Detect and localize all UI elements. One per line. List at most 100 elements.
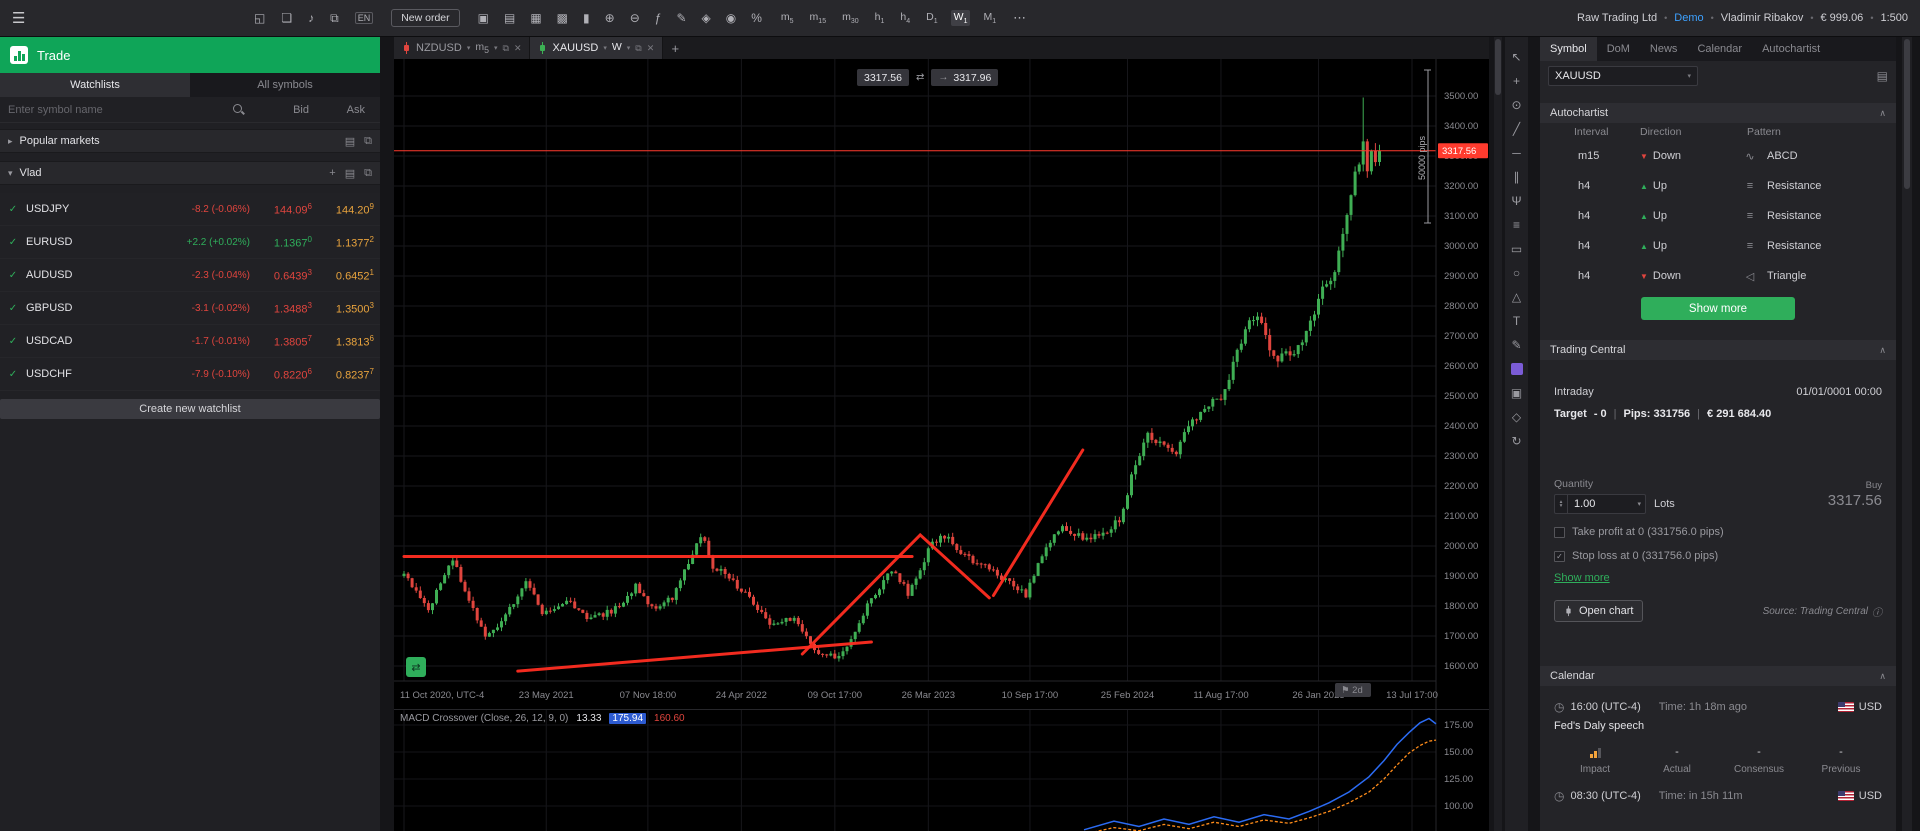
- autochartist-section-header[interactable]: Autochartist: [1540, 103, 1896, 123]
- history-icon[interactable]: ↻: [1509, 435, 1524, 447]
- link-accounts-icon[interactable]: ⧉: [330, 12, 339, 24]
- panel-settings-icon[interactable]: [1877, 69, 1888, 83]
- ask-price[interactable]: 1.38136: [324, 334, 374, 349]
- zoom-out-icon[interactable]: ⊖: [630, 12, 640, 24]
- quantity-stepper[interactable]: 1.00: [1554, 494, 1646, 514]
- watchlist-row-gbpusd[interactable]: ✓GBPUSD-3.1 (-0.02%)1.348831.35003: [0, 292, 380, 325]
- buy-price-block[interactable]: Buy 3317.56: [1828, 480, 1882, 509]
- watchlist-row-usdchf[interactable]: ✓USDCHF-7.9 (-0.10%)0.822060.82377: [0, 358, 380, 391]
- sound-icon[interactable]: ♪: [308, 12, 314, 24]
- bid-price[interactable]: 0.64393: [262, 268, 324, 283]
- bid-price[interactable]: 0.82206: [262, 367, 324, 382]
- scrollbar-thumb[interactable]: [1904, 39, 1910, 189]
- bid-price[interactable]: 144.096: [262, 202, 324, 217]
- search-icon[interactable]: [232, 103, 245, 116]
- add-symbol-icon[interactable]: [329, 167, 335, 180]
- chevron-down-icon[interactable]: [603, 44, 607, 52]
- rectangle-icon[interactable]: ▭: [1509, 243, 1524, 255]
- panel-tab-symbol[interactable]: Symbol: [1540, 37, 1597, 61]
- bid-price[interactable]: 1.38057: [262, 334, 324, 349]
- dot-icon[interactable]: ⊙: [1509, 99, 1524, 111]
- crosshair-icon[interactable]: +: [1509, 75, 1524, 87]
- scrollbar-thumb[interactable]: [1495, 39, 1501, 95]
- camera-icon[interactable]: ▣: [1509, 387, 1524, 399]
- panel-tab-dom[interactable]: DoM: [1597, 37, 1640, 61]
- layout-icon[interactable]: ▤: [504, 12, 515, 24]
- watchlist-row-usdcad[interactable]: ✓USDCAD-1.7 (-0.01%)1.380571.38136: [0, 325, 380, 358]
- ask-price[interactable]: 0.82377: [324, 367, 374, 382]
- tc-show-more-link[interactable]: Show more: [1554, 572, 1610, 584]
- take-profit-row[interactable]: Take profit at 0 (331756.0 pips): [1554, 526, 1882, 538]
- sentiment-widget-button[interactable]: [406, 657, 426, 677]
- cursor-icon[interactable]: ↖: [1509, 51, 1524, 63]
- chevron-right-icon[interactable]: [8, 136, 13, 147]
- timeframe-m5-button[interactable]: m5: [778, 10, 797, 26]
- popout-icon[interactable]: [364, 135, 372, 148]
- more-options-icon[interactable]: [1013, 10, 1026, 26]
- trading-central-section-header[interactable]: Trading Central: [1540, 340, 1896, 360]
- autochartist-row[interactable]: h4▲Up≡Resistance: [1540, 231, 1896, 261]
- channel-icon[interactable]: ∥: [1509, 171, 1524, 183]
- timeframe-w1-button[interactable]: W1: [951, 10, 971, 26]
- autochartist-row[interactable]: h4▼Down◁Triangle: [1540, 261, 1896, 291]
- popout-icon[interactable]: [503, 43, 509, 54]
- swap-icon[interactable]: [916, 72, 924, 83]
- autochartist-row[interactable]: h4▲Up≡Resistance: [1540, 201, 1896, 231]
- panel-tab-autochartist[interactable]: Autochartist: [1752, 37, 1830, 61]
- autochartist-row[interactable]: m15▼Down∿ABCD: [1540, 141, 1896, 171]
- chevron-down-icon[interactable]: [8, 168, 13, 179]
- zoom-in-icon[interactable]: ⊕: [605, 12, 615, 24]
- chevron-down-icon[interactable]: [1637, 500, 1645, 508]
- panel-scrollbar[interactable]: [1902, 37, 1912, 831]
- percent-icon[interactable]: %: [751, 12, 762, 24]
- popular-markets-group[interactable]: Popular markets: [0, 129, 380, 153]
- close-icon[interactable]: [647, 43, 655, 54]
- eye-icon[interactable]: ◉: [726, 12, 736, 24]
- grid-view-icon[interactable]: [345, 167, 355, 180]
- fullscreen-icon[interactable]: ◱: [254, 12, 265, 24]
- objects-icon[interactable]: ◈: [702, 12, 711, 24]
- take-profit-checkbox[interactable]: [1554, 527, 1565, 538]
- stop-loss-row[interactable]: Stop loss at 0 (331756.0 pips): [1554, 550, 1882, 562]
- chart-tab-timeframe[interactable]: m5: [475, 41, 489, 55]
- timeframe-m30-button[interactable]: m30: [839, 10, 862, 26]
- quantity-input[interactable]: 1.00: [1568, 498, 1637, 510]
- ask-price[interactable]: 0.64521: [324, 268, 374, 283]
- indicators-icon[interactable]: ƒ: [655, 12, 662, 24]
- chart-tab-nzdusd[interactable]: NZDUSD m5: [394, 37, 530, 59]
- watchlist-row-audusd[interactable]: ✓AUDUSD-2.3 (-0.04%)0.643930.64521: [0, 259, 380, 292]
- timeframe-h1-button[interactable]: h1: [872, 10, 888, 26]
- bid-price-box[interactable]: 3317.56: [857, 69, 909, 86]
- new-order-button[interactable]: New order: [391, 9, 459, 27]
- grid-2x2-icon[interactable]: ▦: [530, 12, 541, 24]
- stepper-arrows[interactable]: [1555, 495, 1568, 513]
- vlad-watchlist-group[interactable]: Vlad: [0, 161, 380, 185]
- draw-icon[interactable]: ✎: [676, 12, 686, 24]
- ask-price[interactable]: 144.209: [324, 202, 374, 217]
- symbol-select[interactable]: XAUUSD: [1548, 66, 1698, 86]
- ask-price-box[interactable]: →3317.96: [931, 69, 998, 86]
- brush-icon[interactable]: ✎: [1509, 339, 1524, 351]
- tab-watchlists[interactable]: Watchlists: [0, 73, 190, 97]
- symbol-search-input[interactable]: [8, 104, 232, 116]
- bid-price[interactable]: 1.13670: [262, 235, 324, 250]
- account-info[interactable]: Raw Trading Ltd • Demo • Vladimir Ribako…: [1577, 12, 1908, 24]
- price-chart-canvas[interactable]: 1600.001700.001800.001900.002000.002100.…: [394, 59, 1489, 709]
- windows-layout-icon[interactable]: ❏: [281, 12, 292, 24]
- text-tool-icon[interactable]: T: [1509, 315, 1524, 327]
- chart-tab-xauusd[interactable]: XAUUSD W: [530, 37, 663, 59]
- triangle-icon[interactable]: △: [1509, 291, 1524, 303]
- calendar-section-header[interactable]: Calendar: [1540, 666, 1896, 686]
- chevron-down-icon[interactable]: [494, 44, 498, 52]
- chart-type-icon[interactable]: ▮: [583, 12, 590, 24]
- trendline-icon[interactable]: ╱: [1509, 123, 1524, 135]
- add-chart-tab-button[interactable]: +: [663, 37, 687, 59]
- show-more-button[interactable]: Show more: [1641, 297, 1795, 320]
- color-swatch-icon[interactable]: [1511, 363, 1523, 375]
- collapse-icon[interactable]: [1879, 108, 1886, 119]
- hamburger-menu-icon[interactable]: [12, 9, 42, 27]
- stop-loss-checkbox[interactable]: [1554, 551, 1565, 562]
- create-watchlist-button[interactable]: Create new watchlist: [0, 399, 380, 419]
- horizontal-line-icon[interactable]: ─: [1509, 147, 1524, 159]
- screenshot-icon[interactable]: ▣: [478, 12, 489, 24]
